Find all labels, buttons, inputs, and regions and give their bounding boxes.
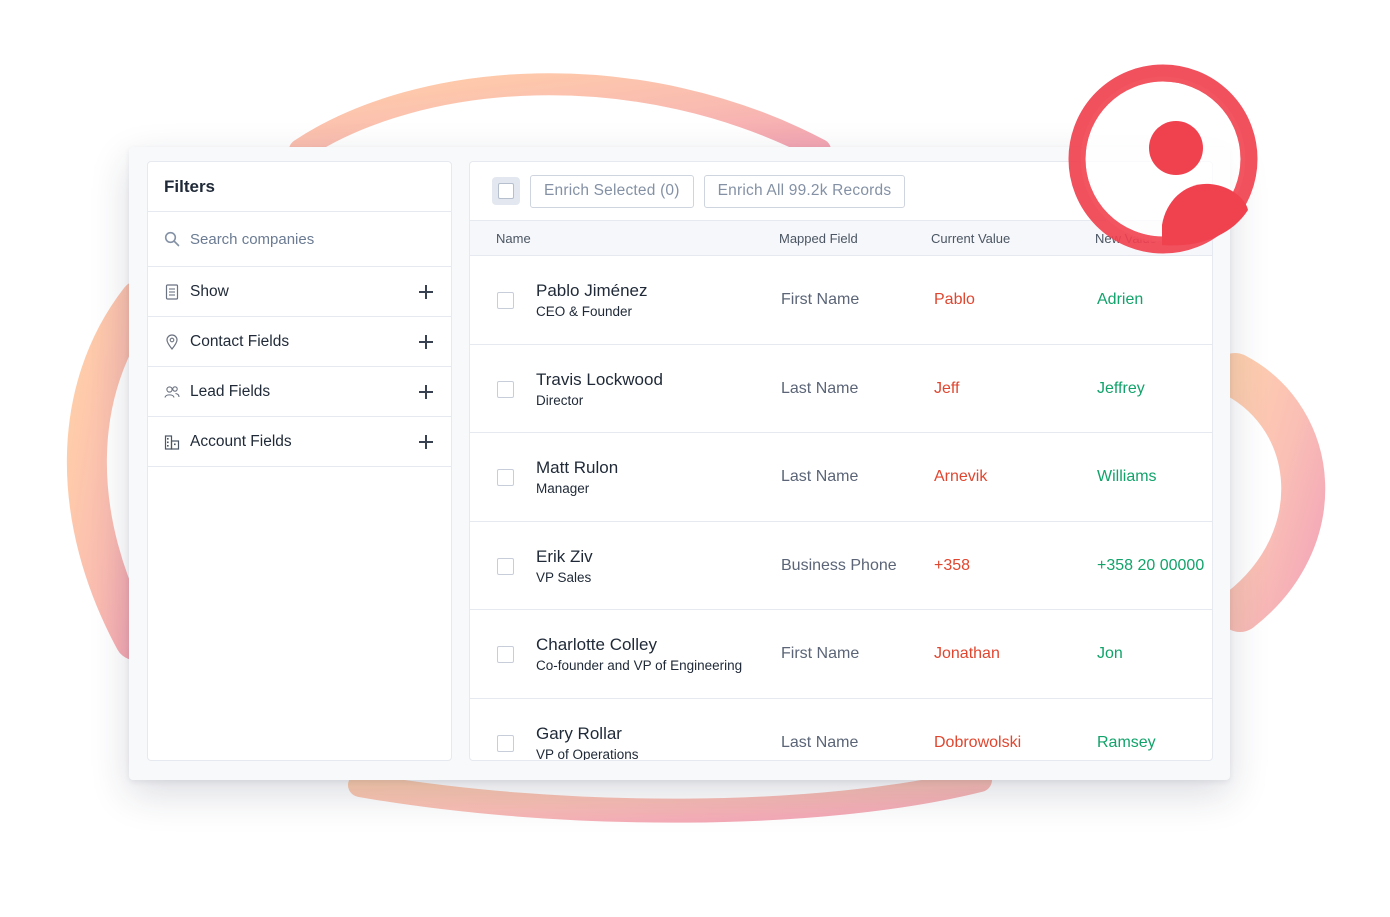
new-value: Ramsey — [1097, 733, 1156, 751]
search-placeholder: Search companies — [190, 230, 315, 248]
person-title: Co-founder and VP of Engineering — [536, 658, 743, 673]
filter-item-lead-fields[interactable]: Lead Fields — [148, 367, 451, 417]
person-name: Charlotte Colley — [536, 635, 657, 654]
person-title: VP Sales — [536, 569, 592, 585]
person-name: Matt Rulon — [536, 458, 619, 477]
select-all-checkbox[interactable] — [492, 177, 520, 205]
list-icon — [164, 283, 180, 300]
filter-item-show[interactable]: Show — [148, 267, 451, 317]
row-checkbox[interactable] — [497, 557, 514, 575]
person-title: Manager — [536, 481, 590, 496]
row-checkbox[interactable] — [497, 292, 514, 309]
filter-label: Show — [190, 282, 229, 300]
column-header-mapped-field[interactable]: Mapped Field — [779, 231, 858, 246]
search-companies-input[interactable]: Search companies — [148, 212, 451, 267]
row-checkbox[interactable] — [497, 734, 514, 752]
new-value: +358 20 00000 — [1097, 556, 1205, 574]
location-pin-icon — [164, 333, 180, 350]
users-icon — [164, 384, 180, 400]
current-value: Pablo — [934, 291, 975, 308]
row-checkbox[interactable] — [497, 380, 514, 398]
person-title: CEO & Founder — [536, 304, 633, 319]
mapped-field: Last Name — [781, 468, 859, 485]
current-value: Arnevik — [934, 468, 988, 485]
filter-item-account-fields[interactable]: Account Fields — [148, 417, 451, 467]
row-checkbox[interactable] — [497, 646, 514, 663]
current-value: Jonathan — [934, 645, 1000, 662]
mapped-field: First Name — [781, 645, 860, 662]
plus-icon[interactable] — [419, 284, 433, 299]
person-name: Travis Lockwood — [536, 369, 663, 389]
table-row[interactable]: Gary Rollar VP of Operations Last Name D… — [470, 699, 1212, 761]
plus-icon[interactable] — [419, 334, 433, 349]
current-value: Jeff — [934, 379, 960, 397]
filters-sidebar: Filters Search companies Show Contact Fi… — [147, 161, 452, 761]
plus-icon[interactable] — [419, 434, 433, 449]
mapped-field: First Name — [781, 291, 860, 308]
current-value: Dobrowolski — [934, 733, 1022, 751]
search-icon — [164, 231, 180, 247]
table-row[interactable]: Matt Rulon Manager Last Name Arnevik Wil… — [470, 433, 1212, 522]
person-name: Gary Rollar — [536, 723, 622, 743]
new-value: Adrien — [1097, 291, 1144, 308]
table-row[interactable]: Pablo Jiménez CEO & Founder First Name P… — [470, 256, 1212, 345]
mapped-field: Business Phone — [781, 556, 897, 574]
building-icon — [164, 434, 180, 450]
filter-label: Account Fields — [190, 432, 292, 450]
new-value: Williams — [1097, 468, 1157, 485]
table-row[interactable]: Travis Lockwood Director Last Name Jeff … — [470, 345, 1212, 433]
new-value: Jeffrey — [1097, 379, 1145, 397]
person-title: Director — [536, 392, 584, 408]
plus-icon[interactable] — [419, 384, 433, 399]
table-row[interactable]: Charlotte Colley Co-founder and VP of En… — [470, 610, 1212, 699]
person-name: Erik Ziv — [536, 546, 593, 566]
mapped-field: Last Name — [781, 733, 859, 751]
brand-logo-icon — [1068, 64, 1258, 254]
table-row[interactable]: Erik Ziv VP Sales Business Phone +358 +3… — [470, 522, 1212, 610]
column-header-name[interactable]: Name — [496, 231, 531, 246]
filter-label: Lead Fields — [190, 382, 271, 400]
sidebar-title: Filters — [148, 162, 451, 212]
person-title: VP of Operations — [536, 746, 639, 761]
mapped-field: Last Name — [781, 379, 859, 397]
current-value: +358 — [934, 556, 971, 574]
enrich-selected-button[interactable]: Enrich Selected (0) — [530, 174, 694, 208]
filter-item-contact-fields[interactable]: Contact Fields — [148, 317, 451, 367]
column-header-current-value[interactable]: Current Value — [931, 231, 1010, 246]
person-name: Pablo Jiménez — [536, 281, 648, 300]
checkbox-box — [498, 183, 514, 199]
new-value: Jon — [1097, 645, 1123, 662]
row-checkbox[interactable] — [497, 469, 514, 486]
enrich-all-button[interactable]: Enrich All 99.2k Records — [703, 174, 906, 208]
filter-label: Contact Fields — [190, 332, 290, 350]
